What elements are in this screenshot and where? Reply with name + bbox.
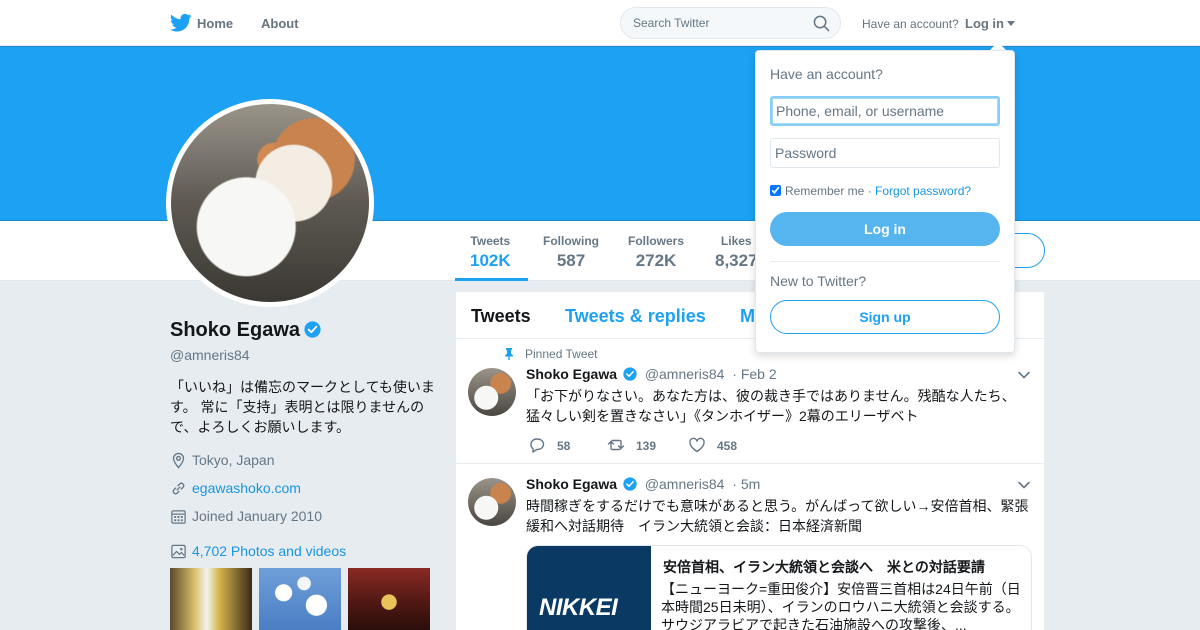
link-icon [172,482,185,495]
tab-tweets[interactable]: Tweets [471,306,531,327]
card-image: NIKKEI [527,546,651,630]
new-to-twitter-text: New to Twitter? [770,273,867,289]
media-thumbnail[interactable] [348,568,430,630]
tweet[interactable]: Pinned Tweet Shoko Egawa @amneris84 · Fe… [456,339,1044,464]
stat-followers[interactable]: Followers 272K [628,234,684,271]
avatar-photo [171,104,369,302]
tweet-text: 時間稼ぎをするだけでも意味があると思う。がんばって欲しい→安倍首相、緊張緩和へ対… [526,498,1029,534]
tweet[interactable]: Shoko Egawa @amneris84 · 5m 時間稼ぎをするだけでも意… [456,464,1044,630]
tweet-author-name[interactable]: Shoko Egawa [526,366,617,382]
dropdown-title: Have an account? [770,66,883,82]
location-pin-icon [172,452,185,469]
tweet-timestamp[interactable]: · 5m [732,476,760,492]
card-description: 【ニューヨーク=重田俊介】安倍晋三首相は24日午前（日本時間25日未明）、イラン… [661,581,1021,630]
username-input[interactable] [770,96,1000,126]
profile-bio: 「いいね」は備忘のマークとしても使います。 常に「支持」表明とは限りませんので、… [170,379,435,435]
chevron-down-icon[interactable] [1018,481,1030,489]
card-title: 安倍首相、イラン大統領と会談へ 米との対話要請 [663,559,985,575]
stat-value: 272K [635,251,677,270]
verified-badge-icon [623,477,637,491]
stat-value: 102K [470,251,511,270]
media-thumbnail[interactable] [259,568,341,630]
media-thumbnail[interactable] [170,568,252,630]
reply-count: 58 [557,439,571,453]
separator: · [864,184,876,198]
tweet-text: 「お下がりなさい。あなた方は、彼の裁き手ではありません。残酷な人たち、猛々しい剣… [526,388,1016,424]
website-link[interactable]: egawashoko.com [192,480,301,496]
photos-link-text[interactable]: 4,702 Photos and videos [192,543,346,559]
tweet-timestamp[interactable]: · Feb 2 [732,366,776,382]
tweet-author-handle[interactable]: @amneris84 [645,476,725,492]
signup-button[interactable]: Sign up [770,300,1000,334]
search-icon[interactable] [813,15,830,32]
caret-down-icon[interactable] [1007,21,1015,26]
verified-badge-icon [623,367,637,381]
tab-media[interactable]: M [740,306,755,327]
retweet-count: 139 [636,439,657,453]
nikkei-logo: NIKKEI [539,594,618,621]
login-button[interactable]: Log in [770,212,1000,246]
stat-value: 587 [556,251,586,270]
heart-icon [689,437,705,453]
remember-me-label[interactable]: Remember me [785,184,864,198]
search-box [620,7,841,39]
tweet-author-name[interactable]: Shoko Egawa [526,476,617,492]
profile-avatar[interactable] [166,99,374,307]
profile-handle[interactable]: @amneris84 [170,347,250,363]
password-input[interactable] [770,138,1000,168]
divider [770,261,1000,262]
location-text: Tokyo, Japan [192,452,275,468]
link-preview-card[interactable]: NIKKEI 安倍首相、イラン大統領と会談へ 米との対話要請 【ニューヨーク=重… [526,545,1032,630]
pin-icon [505,348,513,360]
reply-icon [530,438,545,453]
login-dropdown: Have an account? Remember me · Forgot pa… [755,50,1015,353]
tweet-header: Shoko Egawa @amneris84 · Feb 2 [526,366,777,382]
stat-label: Tweets [470,234,511,248]
tweet-author-handle[interactable]: @amneris84 [645,366,725,382]
remember-row: Remember me · Forgot password? [770,184,971,198]
tweet-avatar[interactable] [468,478,516,526]
stat-likes[interactable]: Likes 8,327 [715,234,758,271]
tweet-avatar[interactable] [468,368,516,416]
pinned-label: Pinned Tweet [525,347,598,361]
profile-name-text: Shoko Egawa [170,319,301,341]
stat-label: Likes [720,234,752,248]
stat-label: Followers [628,234,685,248]
stat-following[interactable]: Following 587 [543,234,599,271]
top-nav: Home About Have an account? Log in [0,0,1200,46]
retweet-icon [607,439,625,451]
remember-me-checkbox[interactable] [770,185,781,196]
stat-label: Following [543,234,599,248]
nav-about-link[interactable]: About [261,16,299,31]
search-input[interactable] [633,16,803,30]
joined-text: Joined January 2010 [192,508,322,524]
verified-badge-icon [304,321,321,338]
tweet-header: Shoko Egawa @amneris84 · 5m [526,476,760,492]
nav-home-link[interactable]: Home [197,16,233,31]
profile-name: Shoko Egawa [170,319,321,342]
have-account-text: Have an account? [862,17,959,31]
photo-icon [171,544,186,559]
stat-tweets[interactable]: Tweets 102K [470,234,511,271]
calendar-icon [171,510,186,524]
tab-tweets-and-replies[interactable]: Tweets & replies [565,306,706,327]
stat-value: 8,327 [715,251,758,270]
like-count: 458 [717,439,738,453]
login-menu-link[interactable]: Log in [965,16,1004,31]
forgot-password-link[interactable]: Forgot password? [875,184,971,198]
twitter-bird-icon[interactable] [170,13,192,33]
chevron-down-icon[interactable] [1018,371,1030,379]
active-stat-underline [455,278,528,281]
